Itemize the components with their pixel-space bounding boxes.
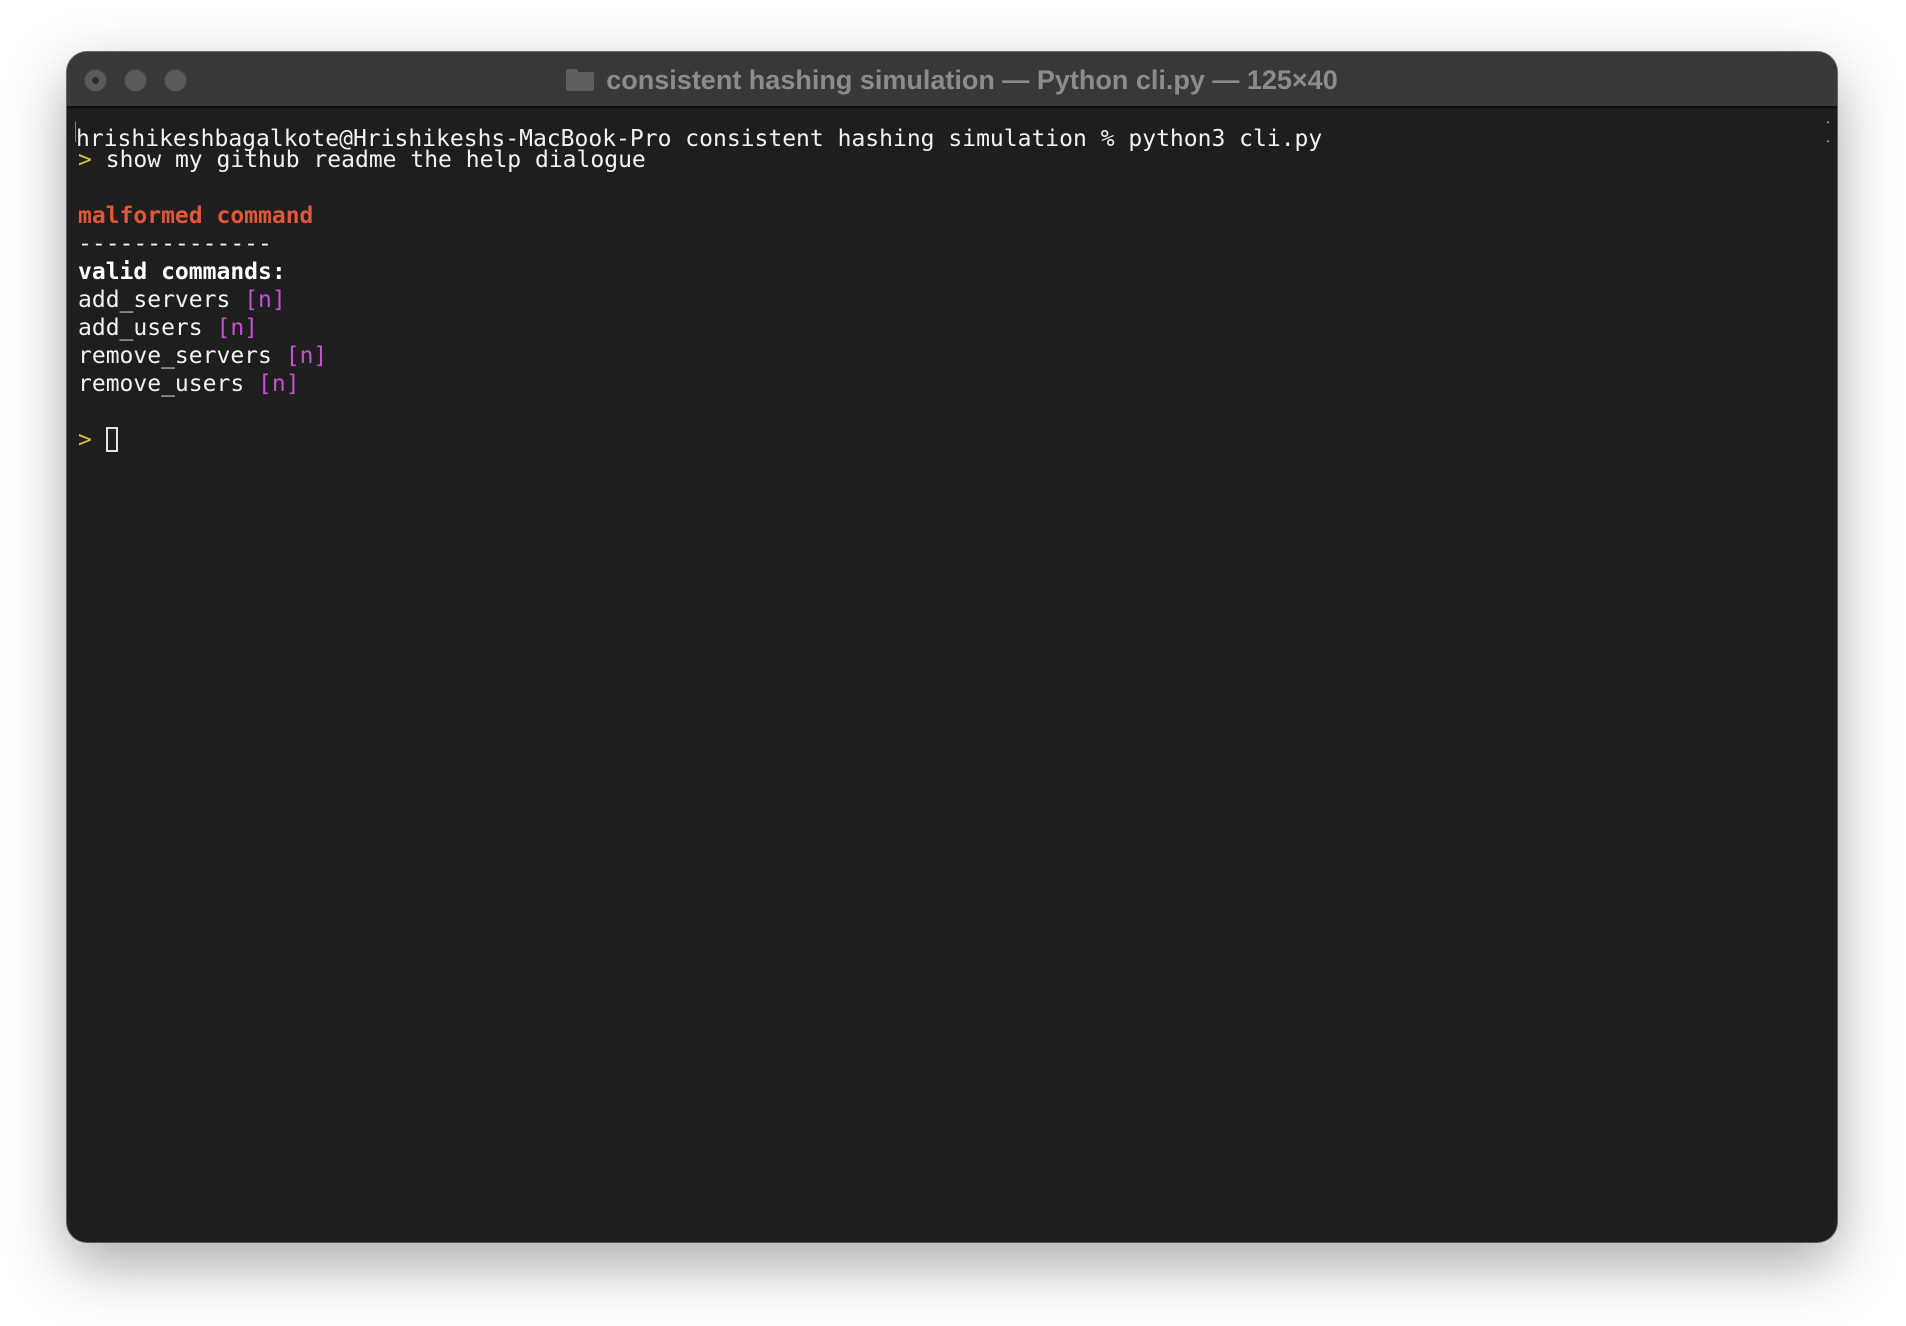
command-arg: [n] [258,371,300,397]
command-name: remove_servers [78,343,272,369]
command-arg: [n] [216,315,259,341]
text-cursor [105,427,118,452]
valid-commands-heading-line: valid commands: [78,258,1829,286]
user-input-text: show my github readme the help dialogue [105,147,646,173]
window-title: consistent hashing simulation — Python c… [67,52,1837,108]
command-line: add_users [n] [78,314,1829,342]
terminal-window: consistent hashing simulation — Python c… [67,52,1837,1242]
error-message: malformed command [78,203,314,229]
terminal-output[interactable]: [hrishikeshbagalkote@Hrishikeshs-MacBook… [70,110,1829,1234]
command-name: add_users [78,315,203,341]
valid-commands-heading: valid commands: [78,259,286,285]
command-name: add_servers [78,287,231,313]
command-arg: [n] [244,287,286,313]
command-line: add_servers [n] [78,286,1829,314]
prompt-symbol: > [78,147,92,173]
command-name: remove_users [78,371,245,397]
window-title-text: consistent hashing simulation — Python c… [606,64,1338,95]
mark-bracket-right: ] [1823,118,1829,146]
command-line: remove_servers [n] [78,342,1829,370]
prompt-symbol: > [78,427,92,453]
error-line: malformed command [78,202,1829,230]
command-line: remove_users [n] [78,370,1829,398]
title-bar[interactable]: consistent hashing simulation — Python c… [67,52,1837,108]
active-prompt-line[interactable]: > [78,426,1829,454]
input-line: > show my github readme the help dialogu… [78,146,1829,174]
separator-text: -------------- [78,231,272,257]
shell-command-line: [hrishikeshbagalkote@Hrishikeshs-MacBook… [70,118,1829,152]
separator-line: -------------- [78,230,1829,258]
folder-icon [566,69,595,91]
command-arg: [n] [285,343,328,369]
